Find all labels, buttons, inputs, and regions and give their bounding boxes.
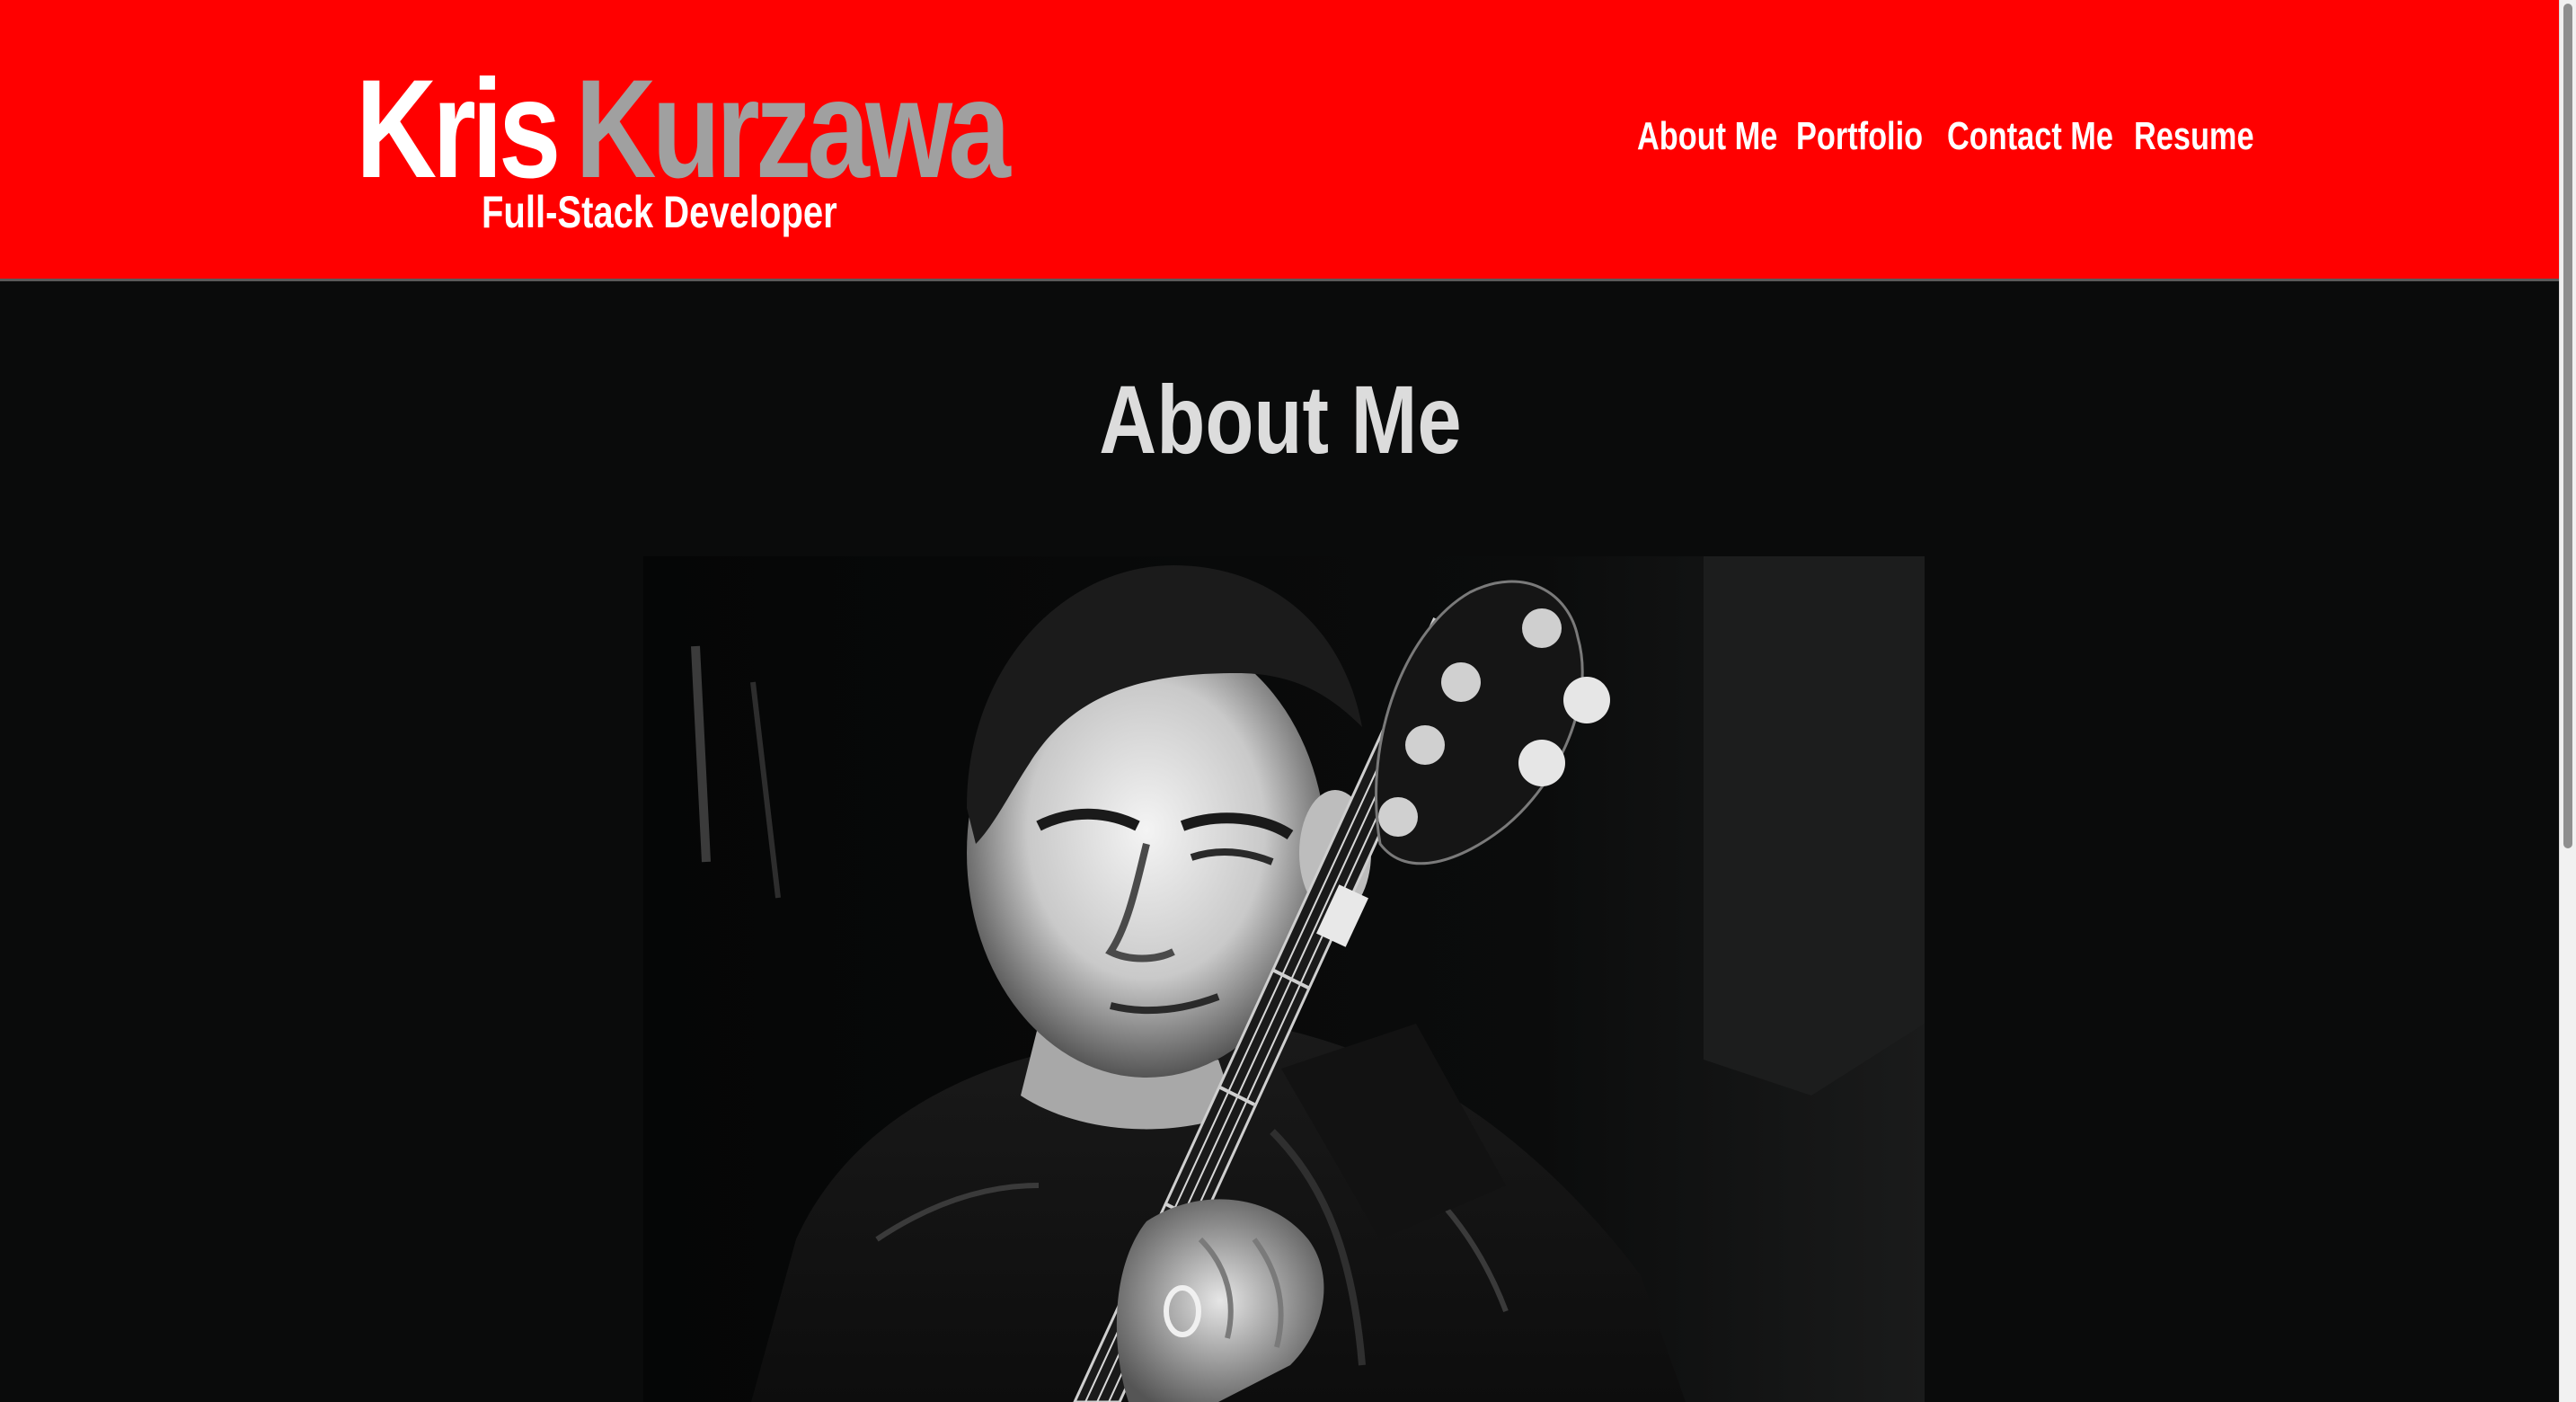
profile-photo-illustration [643,556,1925,1402]
nav-link-resume[interactable]: Resume [2134,110,2254,164]
nav-link-portfolio[interactable]: Portfolio [1796,110,1923,164]
section-title-text: About Me [1098,365,1462,474]
section-title: About Me [0,366,2560,474]
brand-name: Kris Kurzawa [356,58,1011,201]
page-scrollbar[interactable] [2559,0,2576,1402]
brand-tagline: Full-Stack Developer [482,187,837,237]
brand-last-name: Kurzawa [575,51,1010,208]
brand-first-name: Kris [356,51,561,208]
profile-photo [643,556,1925,1402]
scrollbar-thumb[interactable] [2563,4,2572,848]
brand-logo[interactable]: Kris Kurzawa Full-Stack Developer [356,58,1075,246]
about-section: About Me [0,281,2560,1402]
page: Kris Kurzawa Full-Stack Developer About M… [0,0,2576,1402]
site-header: Kris Kurzawa Full-Stack Developer About M… [0,0,2560,281]
main-nav: About Me Portfolio Contact Me Resume [1637,110,2356,164]
nav-link-contact-me[interactable]: Contact Me [1947,110,2113,164]
nav-link-about-me[interactable]: About Me [1637,110,1777,164]
